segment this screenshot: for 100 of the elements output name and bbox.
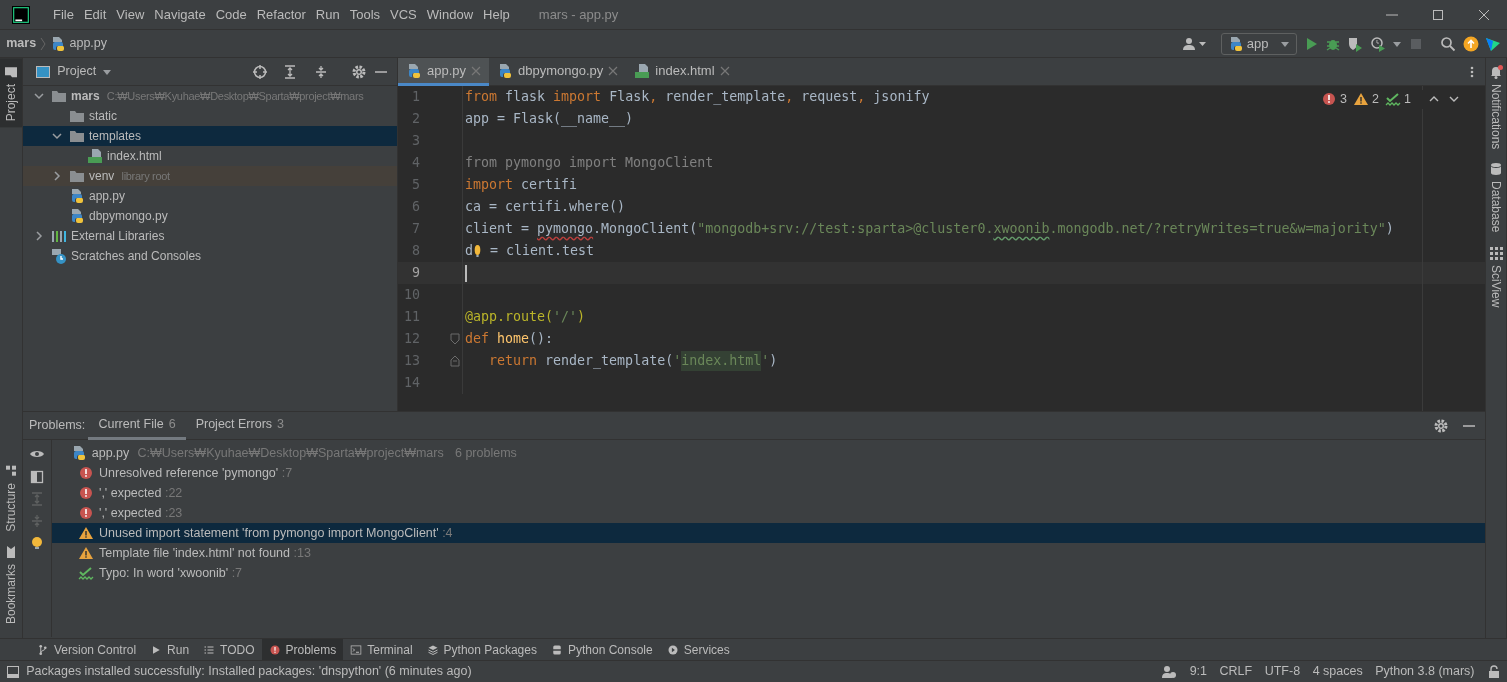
problem-file-row[interactable]: app.py C:₩Users₩Kyuhae₩Desktop₩Sparta₩project₩mars 6 problems (52, 443, 1485, 464)
code-line: from flask import Flask, render_template, request, jsonify (465, 88, 930, 107)
line-number: 3 (411, 132, 420, 151)
code-line: ca = certifi.where() (465, 198, 626, 217)
status-item[interactable]: 4 spaces (1312, 662, 1363, 681)
tree-item[interactable]: venv library root (23, 166, 397, 186)
tree-item[interactable]: static (23, 106, 397, 126)
breadcrumb-item[interactable]: mars (6, 34, 37, 53)
python-file-icon (50, 35, 67, 52)
problems-tab[interactable]: Project Errors 3 (185, 411, 294, 440)
menu-item[interactable]: Window (421, 4, 479, 25)
html-file-icon (634, 62, 651, 79)
problem-item[interactable]: Unresolved reference 'pymongo' :7 (52, 463, 1485, 484)
fold-end-icon[interactable] (450, 355, 460, 367)
code-line: app = Flask(__name__) (465, 110, 634, 129)
menu-item[interactable]: Navigate (149, 4, 211, 25)
python-file-icon (69, 188, 85, 204)
tool-window-tab[interactable]: Project (0, 58, 22, 128)
tool-window-tab[interactable]: SciView (1486, 238, 1506, 314)
folder-icon (69, 108, 85, 124)
tree-item[interactable]: index.html (23, 146, 397, 166)
lightbulb-icon[interactable] (473, 243, 482, 259)
tool-window-tab[interactable]: Database (1486, 155, 1506, 239)
editor-tab[interactable]: app.py (398, 58, 490, 86)
code-line: from pymongo import MongoClient (465, 154, 714, 173)
code-line: client = pymongo.MongoClient("mongodb+srv://test:sparta>@cluster0.xwoonib.mongodb.net/?retryWrites=true&w=majority") (465, 220, 1394, 239)
tool-window-tab[interactable]: Notifications (1486, 58, 1506, 156)
tree-item[interactable]: templates (23, 126, 397, 146)
editor-tab[interactable]: dbpymongo.py (489, 58, 627, 86)
user-icon[interactable] (1182, 35, 1209, 52)
tool-window-button[interactable]: Python Console (543, 639, 660, 660)
typo-count[interactable]: 1 (1404, 90, 1411, 109)
list-icon (203, 643, 216, 656)
menu-item[interactable]: Tools (344, 4, 386, 25)
menu-item[interactable]: Code (210, 4, 252, 25)
tool-window-button[interactable]: TODO (196, 639, 262, 660)
line-number: 6 (411, 198, 420, 217)
fold-start-icon[interactable] (450, 333, 460, 345)
status-item[interactable]: CRLF (1219, 662, 1253, 681)
tool-window-button[interactable]: Python Packages (419, 639, 544, 660)
problem-item[interactable]: Typo: In word 'xwoonib' :7 (52, 563, 1485, 584)
problems-tab[interactable]: Current File 6 (88, 411, 186, 440)
menu-item[interactable]: Refactor (251, 4, 311, 25)
settings-icon[interactable] (1432, 417, 1449, 434)
tool-window-tab[interactable]: Structure (0, 457, 22, 538)
locate-icon[interactable] (252, 63, 268, 80)
coverage-icon[interactable] (1347, 35, 1364, 52)
problem-item[interactable]: Template file 'index.html' not found :13 (52, 543, 1485, 564)
status-item[interactable]: UTF-8 (1264, 662, 1301, 681)
search-icon[interactable] (1440, 35, 1457, 52)
menu-item[interactable]: File (48, 4, 79, 25)
warning-icon (78, 525, 94, 542)
tree-item[interactable]: dbpymongo.py (23, 206, 397, 226)
editor-tab[interactable]: index.html (626, 58, 738, 86)
menu-item[interactable]: Run (310, 4, 345, 25)
lock-icon[interactable] (1487, 664, 1501, 679)
console-icon (550, 643, 563, 656)
warning-icon (78, 545, 94, 562)
preview-icon[interactable] (29, 468, 45, 485)
settings-icon[interactable] (350, 63, 367, 80)
run-config-dropdown[interactable]: app (1220, 32, 1297, 55)
tool-window-tab[interactable]: Bookmarks (0, 537, 22, 630)
tool-window-button[interactable]: Run (143, 639, 197, 660)
menu-item[interactable]: View (111, 4, 150, 25)
tool-window-button[interactable]: Terminal (343, 639, 420, 660)
tree-item[interactable]: Scratches and Consoles (23, 246, 397, 266)
line-number: 13 (403, 352, 420, 371)
tool-window-button[interactable]: Version Control (30, 639, 144, 660)
tree-item[interactable]: External Libraries (23, 226, 397, 246)
app-logo-icon[interactable] (12, 5, 30, 24)
problem-item[interactable]: ',' expected :22 (52, 483, 1485, 504)
error-icon (78, 505, 94, 522)
code-line: import certifi (465, 176, 578, 195)
view-dropdown[interactable]: Project (35, 62, 113, 81)
error-count[interactable]: 3 (1339, 90, 1347, 109)
line-number: 14 (403, 374, 420, 393)
tree-item[interactable]: app.py (23, 186, 397, 206)
tool-window-button[interactable]: Services (659, 639, 737, 660)
python-file-icon (497, 62, 514, 79)
gradient-logo-icon[interactable] (1484, 35, 1501, 52)
menu-item[interactable]: Edit (78, 4, 112, 25)
status-item[interactable]: Python 3.8 (mars) (1375, 662, 1475, 681)
people-gear-icon[interactable] (1161, 663, 1178, 680)
status-item[interactable]: 9:1 (1189, 662, 1208, 681)
tool-window-button[interactable]: Problems (261, 639, 344, 660)
breadcrumb-item[interactable]: app.py (50, 34, 108, 53)
more-icon[interactable] (1469, 64, 1475, 80)
error-icon (1320, 91, 1337, 108)
warning-count[interactable]: 2 (1371, 90, 1379, 109)
lightbulb-icon[interactable] (29, 535, 45, 552)
menu-item[interactable]: VCS (385, 4, 422, 25)
panel-toggle-icon[interactable] (6, 664, 20, 679)
update-icon[interactable] (1462, 35, 1479, 52)
problem-item[interactable]: ',' expected :23 (52, 503, 1485, 524)
path-hint: C:₩Users₩Kyuhae₩Desktop₩Sparta₩project₩mars (106, 88, 364, 104)
problem-item[interactable]: Unused import statement 'from pymongo import MongoClient' :4 (52, 523, 1485, 544)
folder-icon (51, 88, 67, 104)
tree-item[interactable]: mars C:₩Users₩Kyuhae₩Desktop₩Sparta₩project₩mars (23, 86, 397, 106)
menu-item[interactable]: Help (478, 4, 515, 25)
profiler-icon[interactable] (1369, 35, 1386, 52)
